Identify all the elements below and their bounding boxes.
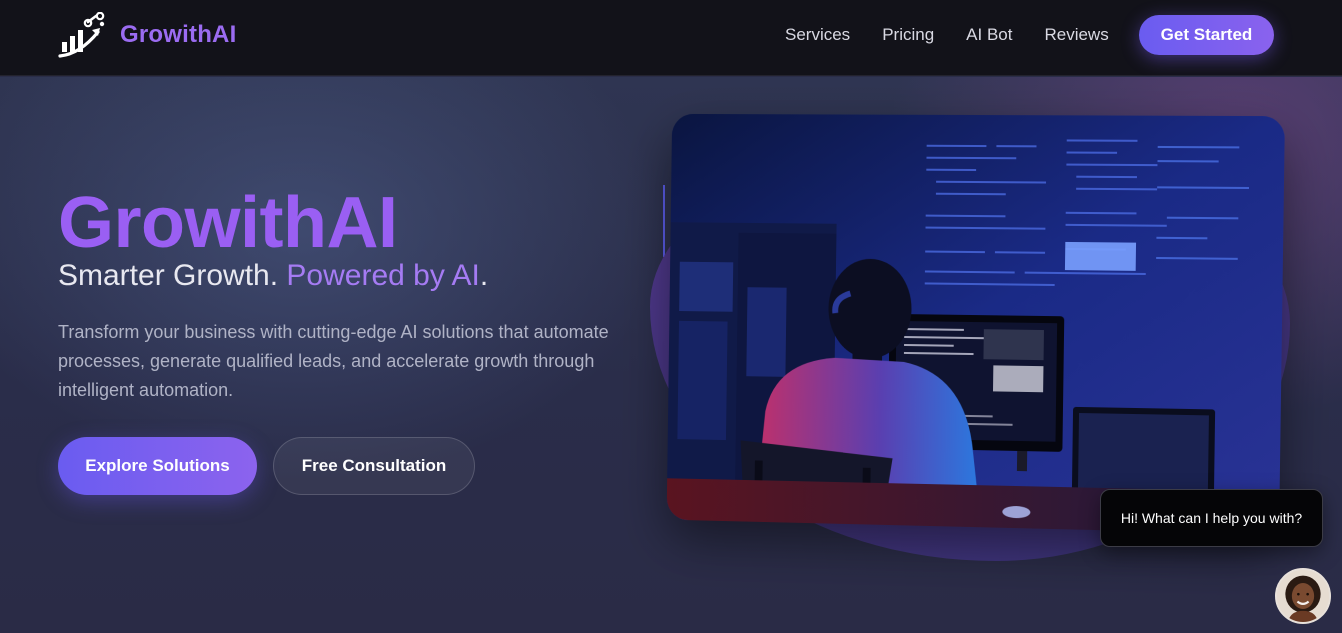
developer-at-computer-illustration — [666, 113, 1285, 535]
get-started-button[interactable]: Get Started — [1139, 15, 1274, 55]
assistant-avatar-icon[interactable] — [1275, 568, 1331, 624]
brand-logo[interactable]: GrowithAI — [58, 12, 236, 58]
subtitle-plain: Smarter Growth. — [58, 259, 279, 292]
explore-solutions-button[interactable]: Explore Solutions — [58, 437, 257, 495]
main-nav: Services Pricing AI Bot Reviews — [785, 24, 1141, 46]
chat-greeting-bubble[interactable]: Hi! What can I help you with? — [1100, 489, 1323, 547]
person-avatar-icon — [1277, 570, 1329, 622]
subtitle-end: . — [479, 259, 489, 292]
free-consultation-button[interactable]: Free Consultation — [273, 437, 475, 495]
hero-section: GrowithAI Smarter Growth. Powered by AI.… — [0, 77, 1342, 633]
subtitle-accent: Powered by AI — [286, 259, 480, 292]
growth-chart-icon — [58, 12, 105, 58]
text-caret — [663, 185, 665, 257]
nav-item-reviews[interactable]: Reviews — [1044, 24, 1108, 46]
hero-description: Transform your business with cutting-edg… — [58, 322, 609, 400]
hero-subtitle: Smarter Growth. Powered by AI. — [58, 258, 488, 294]
hero-image — [666, 113, 1285, 535]
nav-item-services[interactable]: Services — [785, 24, 850, 46]
top-navbar: GrowithAI Services Pricing AI Bot Review… — [0, 0, 1342, 76]
hero-title: GrowithAI — [58, 183, 398, 263]
nav-item-pricing[interactable]: Pricing — [882, 24, 934, 46]
brand-name: GrowithAI — [120, 21, 237, 48]
nav-item-ai-bot[interactable]: AI Bot — [966, 24, 1012, 46]
